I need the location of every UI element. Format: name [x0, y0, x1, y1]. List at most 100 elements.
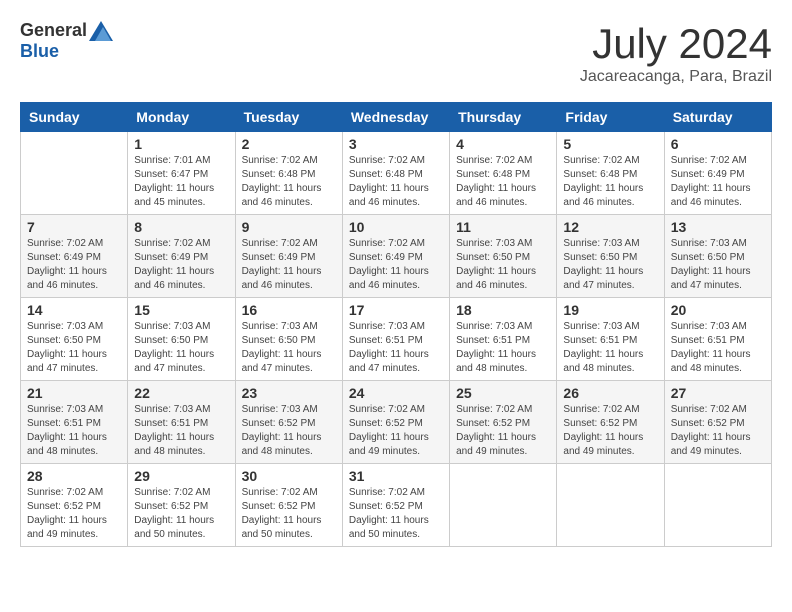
header-thursday: Thursday [450, 103, 557, 132]
calendar-cell: 30 Sunrise: 7:02 AM Sunset: 6:52 PM Dayli… [235, 464, 342, 547]
calendar-cell: 26Sunrise: 7:02 AM Sunset: 6:52 PM Dayli… [557, 381, 664, 464]
day-number: 5 [563, 136, 657, 152]
calendar-cell [557, 464, 664, 547]
day-number: 24 [349, 385, 443, 401]
calendar-week-row: 7 Sunrise: 7:02 AM Sunset: 6:49 PM Daylig… [21, 215, 772, 298]
calendar-cell: 27 Sunrise: 7:02 AM Sunset: 6:52 PM Dayli… [664, 381, 771, 464]
day-number: 18 [456, 302, 550, 318]
day-info: Sunrise: 7:02 AM Sunset: 6:52 PM Dayligh… [349, 403, 443, 459]
day-number: 19 [563, 302, 657, 318]
calendar-cell: 6 Sunrise: 7:02 AM Sunset: 6:49 PM Daylig… [664, 132, 771, 215]
day-info: Sunrise: 7:02 AM Sunset: 6:52 PM Dayligh… [134, 486, 228, 542]
calendar-cell: 5 Sunrise: 7:02 AM Sunset: 6:48 PM Daylig… [557, 132, 664, 215]
day-info: Sunrise: 7:02 AM Sunset: 6:52 PM Dayligh… [671, 403, 765, 459]
day-info: Sunrise: 7:03 AM Sunset: 6:51 PM Dayligh… [349, 320, 443, 376]
header-monday: Monday [128, 103, 235, 132]
header-friday: Friday [557, 103, 664, 132]
day-number: 14 [27, 302, 121, 318]
day-number: 8 [134, 219, 228, 235]
day-number: 16 [242, 302, 336, 318]
day-info: Sunrise: 7:03 AM Sunset: 6:51 PM Dayligh… [456, 320, 550, 376]
calendar-cell: 4 Sunrise: 7:02 AM Sunset: 6:48 PM Daylig… [450, 132, 557, 215]
calendar-cell: 28Sunrise: 7:02 AM Sunset: 6:52 PM Dayli… [21, 464, 128, 547]
calendar-cell: 10 Sunrise: 7:02 AM Sunset: 6:49 PM Dayli… [342, 215, 449, 298]
day-info: Sunrise: 7:02 AM Sunset: 6:48 PM Dayligh… [349, 154, 443, 210]
month-year-title: July 2024 [580, 20, 772, 68]
day-info: Sunrise: 7:03 AM Sunset: 6:51 PM Dayligh… [671, 320, 765, 376]
calendar-cell: 7 Sunrise: 7:02 AM Sunset: 6:49 PM Daylig… [21, 215, 128, 298]
header-wednesday: Wednesday [342, 103, 449, 132]
day-number: 4 [456, 136, 550, 152]
calendar-cell [450, 464, 557, 547]
calendar-week-row: 28Sunrise: 7:02 AM Sunset: 6:52 PM Dayli… [21, 464, 772, 547]
day-number: 29 [134, 468, 228, 484]
title-section: July 2024 Jacareacanga, Para, Brazil [580, 20, 772, 86]
day-info: Sunrise: 7:03 AM Sunset: 6:51 PM Dayligh… [134, 403, 228, 459]
day-number: 17 [349, 302, 443, 318]
calendar-header-row: SundayMondayTuesdayWednesdayThursdayFrid… [21, 103, 772, 132]
calendar-cell: 13 Sunrise: 7:03 AM Sunset: 6:50 PM Dayli… [664, 215, 771, 298]
day-number: 21 [27, 385, 121, 401]
day-info: Sunrise: 7:03 AM Sunset: 6:50 PM Dayligh… [671, 237, 765, 293]
calendar-cell: 25 Sunrise: 7:02 AM Sunset: 6:52 PM Dayli… [450, 381, 557, 464]
day-info: Sunrise: 7:03 AM Sunset: 6:51 PM Dayligh… [27, 403, 121, 459]
calendar-cell: 12Sunrise: 7:03 AM Sunset: 6:50 PM Dayli… [557, 215, 664, 298]
day-number: 22 [134, 385, 228, 401]
day-info: Sunrise: 7:03 AM Sunset: 6:51 PM Dayligh… [563, 320, 657, 376]
day-number: 7 [27, 219, 121, 235]
calendar-cell: 1 Sunrise: 7:01 AM Sunset: 6:47 PM Daylig… [128, 132, 235, 215]
day-info: Sunrise: 7:01 AM Sunset: 6:47 PM Dayligh… [134, 154, 228, 210]
day-info: Sunrise: 7:02 AM Sunset: 6:48 PM Dayligh… [563, 154, 657, 210]
day-info: Sunrise: 7:02 AM Sunset: 6:52 PM Dayligh… [349, 486, 443, 542]
calendar-cell: 9Sunrise: 7:02 AM Sunset: 6:49 PM Daylig… [235, 215, 342, 298]
calendar-cell: 14 Sunrise: 7:03 AM Sunset: 6:50 PM Dayli… [21, 298, 128, 381]
day-number: 30 [242, 468, 336, 484]
day-info: Sunrise: 7:02 AM Sunset: 6:49 PM Dayligh… [671, 154, 765, 210]
day-number: 13 [671, 219, 765, 235]
day-info: Sunrise: 7:03 AM Sunset: 6:50 PM Dayligh… [563, 237, 657, 293]
calendar-cell: 24 Sunrise: 7:02 AM Sunset: 6:52 PM Dayli… [342, 381, 449, 464]
header-sunday: Sunday [21, 103, 128, 132]
calendar-cell: 31 Sunrise: 7:02 AM Sunset: 6:52 PM Dayli… [342, 464, 449, 547]
location-subtitle: Jacareacanga, Para, Brazil [580, 68, 772, 86]
day-number: 10 [349, 219, 443, 235]
day-number: 1 [134, 136, 228, 152]
day-number: 31 [349, 468, 443, 484]
day-number: 3 [349, 136, 443, 152]
day-info: Sunrise: 7:02 AM Sunset: 6:49 PM Dayligh… [27, 237, 121, 293]
day-number: 11 [456, 219, 550, 235]
calendar-table: SundayMondayTuesdayWednesdayThursdayFrid… [20, 102, 772, 547]
day-info: Sunrise: 7:02 AM Sunset: 6:52 PM Dayligh… [242, 486, 336, 542]
day-info: Sunrise: 7:02 AM Sunset: 6:48 PM Dayligh… [456, 154, 550, 210]
calendar-cell: 16 Sunrise: 7:03 AM Sunset: 6:50 PM Dayli… [235, 298, 342, 381]
day-number: 20 [671, 302, 765, 318]
logo-icon [89, 21, 113, 41]
calendar-cell: 11Sunrise: 7:03 AM Sunset: 6:50 PM Dayli… [450, 215, 557, 298]
day-info: Sunrise: 7:02 AM Sunset: 6:52 PM Dayligh… [456, 403, 550, 459]
day-info: Sunrise: 7:02 AM Sunset: 6:52 PM Dayligh… [563, 403, 657, 459]
day-info: Sunrise: 7:03 AM Sunset: 6:50 PM Dayligh… [242, 320, 336, 376]
calendar-cell [664, 464, 771, 547]
header-saturday: Saturday [664, 103, 771, 132]
day-info: Sunrise: 7:02 AM Sunset: 6:52 PM Dayligh… [27, 486, 121, 542]
day-number: 6 [671, 136, 765, 152]
calendar-cell: 23Sunrise: 7:03 AM Sunset: 6:52 PM Dayli… [235, 381, 342, 464]
day-info: Sunrise: 7:03 AM Sunset: 6:50 PM Dayligh… [27, 320, 121, 376]
calendar-cell: 19 Sunrise: 7:03 AM Sunset: 6:51 PM Dayli… [557, 298, 664, 381]
day-info: Sunrise: 7:02 AM Sunset: 6:49 PM Dayligh… [349, 237, 443, 293]
calendar-cell [21, 132, 128, 215]
day-number: 27 [671, 385, 765, 401]
day-number: 2 [242, 136, 336, 152]
header-tuesday: Tuesday [235, 103, 342, 132]
logo-blue-text: Blue [20, 41, 59, 62]
day-number: 15 [134, 302, 228, 318]
day-info: Sunrise: 7:02 AM Sunset: 6:48 PM Dayligh… [242, 154, 336, 210]
calendar-cell: 17 Sunrise: 7:03 AM Sunset: 6:51 PM Dayli… [342, 298, 449, 381]
logo: General Blue [20, 20, 113, 62]
day-info: Sunrise: 7:02 AM Sunset: 6:49 PM Dayligh… [134, 237, 228, 293]
calendar-week-row: 14 Sunrise: 7:03 AM Sunset: 6:50 PM Dayli… [21, 298, 772, 381]
day-number: 25 [456, 385, 550, 401]
day-info: Sunrise: 7:03 AM Sunset: 6:50 PM Dayligh… [134, 320, 228, 376]
day-info: Sunrise: 7:03 AM Sunset: 6:52 PM Dayligh… [242, 403, 336, 459]
calendar-week-row: 1 Sunrise: 7:01 AM Sunset: 6:47 PM Daylig… [21, 132, 772, 215]
